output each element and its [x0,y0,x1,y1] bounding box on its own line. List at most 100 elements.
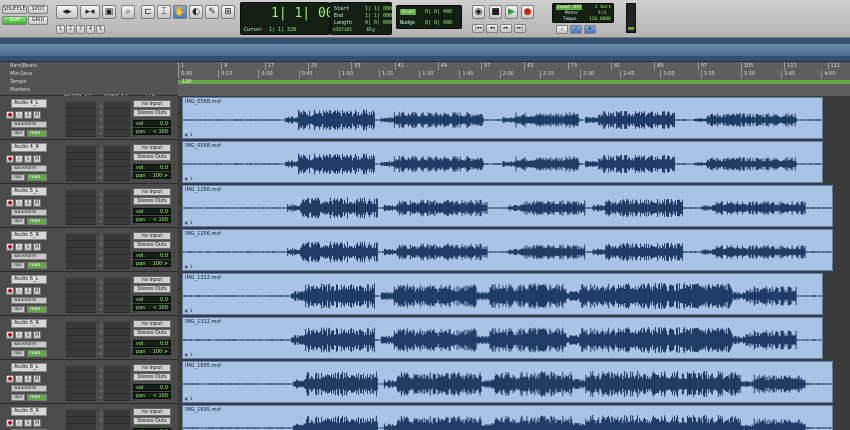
audio-clip[interactable]: IMG_0568.mxf ◐ ↕ [182,97,823,139]
midi-merge-icon[interactable]: ▾ [584,25,596,34]
input-monitor-button[interactable]: I [15,331,23,339]
send-slot[interactable] [104,241,130,248]
pan-display[interactable]: pan 100 > [133,348,171,355]
insert-slot[interactable] [66,153,96,160]
ruler-min-secs[interactable]: Min:Secs 0:00 0:15 0:30 0:45 1:00 1:15 1:30 1:4… [0,70,850,78]
stop-icon[interactable]: ■ [489,5,502,19]
pan-display[interactable]: pan < 100 [133,392,171,399]
insert-slot[interactable] [66,262,96,269]
send-slot[interactable] [104,299,130,306]
mode-grid-button[interactable]: GRID [28,16,48,25]
track-view-selector[interactable]: waveform [11,341,47,348]
insert-slot[interactable] [66,285,96,292]
solo-button[interactable]: S [24,287,32,295]
input-selector[interactable]: no input [133,320,171,328]
mute-button[interactable]: M [33,419,41,427]
insert-slot[interactable] [66,116,96,123]
scrubber-tool-icon[interactable]: ◐ [189,5,203,19]
input-monitor-button[interactable]: I [15,111,23,119]
audio-clip[interactable]: IMG_1312.mxf ◐ ↕ [182,273,823,315]
solo-button[interactable]: S [24,375,32,383]
send-slot[interactable] [104,116,130,123]
universe-overview[interactable] [0,38,850,62]
pan-display[interactable]: pan 100 > [133,172,171,179]
send-slot[interactable] [104,218,130,225]
insert-slot[interactable] [66,160,96,167]
input-selector[interactable]: no input [133,232,171,240]
mute-button[interactable]: M [33,155,41,163]
ruler-bars-beats[interactable]: Bars|Beats 1 9 17 25 33 41 49 57 65 73 81 89 97 105 11… [0,62,850,70]
send-slot[interactable] [104,255,130,262]
send-slot[interactable] [104,329,130,336]
track-view-selector[interactable]: waveform [11,165,47,172]
send-slot[interactable] [104,197,130,204]
track-name[interactable]: Audio 5_R [11,231,47,240]
solo-button[interactable]: S [24,419,32,427]
insert-slot[interactable] [66,410,96,417]
zoom-toggle-icon[interactable]: ▣ [102,5,116,19]
record-icon[interactable]: ● [521,5,534,19]
output-selector[interactable]: Stereo Outs [133,197,171,205]
output-selector[interactable]: Stereo Outs [133,373,171,381]
input-selector[interactable]: no input [133,188,171,196]
insert-slot[interactable] [66,329,96,336]
insert-slot[interactable] [66,373,96,380]
send-slot[interactable] [104,285,130,292]
zoomer-tool-icon[interactable]: ⌕ [121,5,135,19]
track-name[interactable]: Audio 6_L [11,275,47,284]
track-name[interactable]: Audio 8_R [11,407,47,416]
input-selector[interactable]: no input [133,276,171,284]
send-slot[interactable] [104,292,130,299]
volume-display[interactable]: vol 0.0 [133,164,171,171]
send-slot[interactable] [104,417,130,424]
volume-display[interactable]: vol 0.0 [133,252,171,259]
automation-mode-selector[interactable]: read [27,174,47,181]
smart-tool-icon[interactable]: ⊞ [221,5,235,19]
zoom-in-icon[interactable]: ▸◂ [80,5,100,19]
track-name[interactable]: Audio 6_R [11,319,47,328]
ruler-tempo[interactable]: Tempo 120 [0,78,850,86]
insert-slot[interactable] [66,278,96,285]
send-slot[interactable] [104,102,130,109]
volume-display[interactable]: vol 0.0 [133,208,171,215]
audio-clip[interactable]: IMG_1695.mxf ◐ ↕ [182,405,833,430]
ruler-content[interactable]: 1 9 17 25 33 41 49 57 65 73 81 89 97 105 113 121 [178,62,850,70]
send-slot[interactable] [104,343,130,350]
automation-mode-selector[interactable]: read [27,218,47,225]
insert-slot[interactable] [66,167,96,174]
insert-slot[interactable] [66,424,96,430]
input-selector[interactable]: no input [133,364,171,372]
record-enable-button[interactable]: ● [6,155,14,163]
insert-slot[interactable] [66,394,96,401]
selector-tool-icon[interactable]: ⌶ [157,5,171,19]
insert-slot[interactable] [66,174,96,181]
ruler-content[interactable] [178,86,850,96]
insert-slot[interactable] [66,343,96,350]
zoom-preset-1[interactable]: 1 [56,25,65,34]
selection-counter[interactable]: Start End Length 1| 1| 000 1| 1| 000 0| … [330,2,392,35]
audio-clip[interactable]: IMG_1695.mxf ◐ ↕ [182,361,833,403]
send-slot[interactable] [104,350,130,357]
send-slot[interactable] [104,248,130,255]
insert-slot[interactable] [66,380,96,387]
track-view-selector[interactable]: waveform [11,121,47,128]
zoom-out-icon[interactable]: ◂▸ [56,5,78,19]
dyn-selector[interactable]: dyn [11,174,25,181]
pan-display[interactable]: pan < 100 [133,304,171,311]
track-name[interactable]: Audio 4_L [11,99,47,108]
send-slot[interactable] [104,211,130,218]
play-icon[interactable]: ▶ [505,5,518,19]
dyn-selector[interactable]: dyn [11,306,25,313]
automation-mode-selector[interactable]: read [27,350,47,357]
send-slot[interactable] [104,167,130,174]
automation-mode-selector[interactable]: read [27,394,47,401]
record-enable-button[interactable]: ● [6,199,14,207]
grid-nudge-panel[interactable]: Grid 0| 0| 480 Nudge 0| 0| 480 [396,5,462,29]
solo-button[interactable]: S [24,331,32,339]
record-enable-button[interactable]: ● [6,287,14,295]
mute-button[interactable]: M [33,199,41,207]
send-slot[interactable] [104,306,130,313]
send-slot[interactable] [104,160,130,167]
send-slot[interactable] [104,322,130,329]
audio-clip[interactable]: IMG_1312.mxf ◐ ↕ [182,317,823,359]
